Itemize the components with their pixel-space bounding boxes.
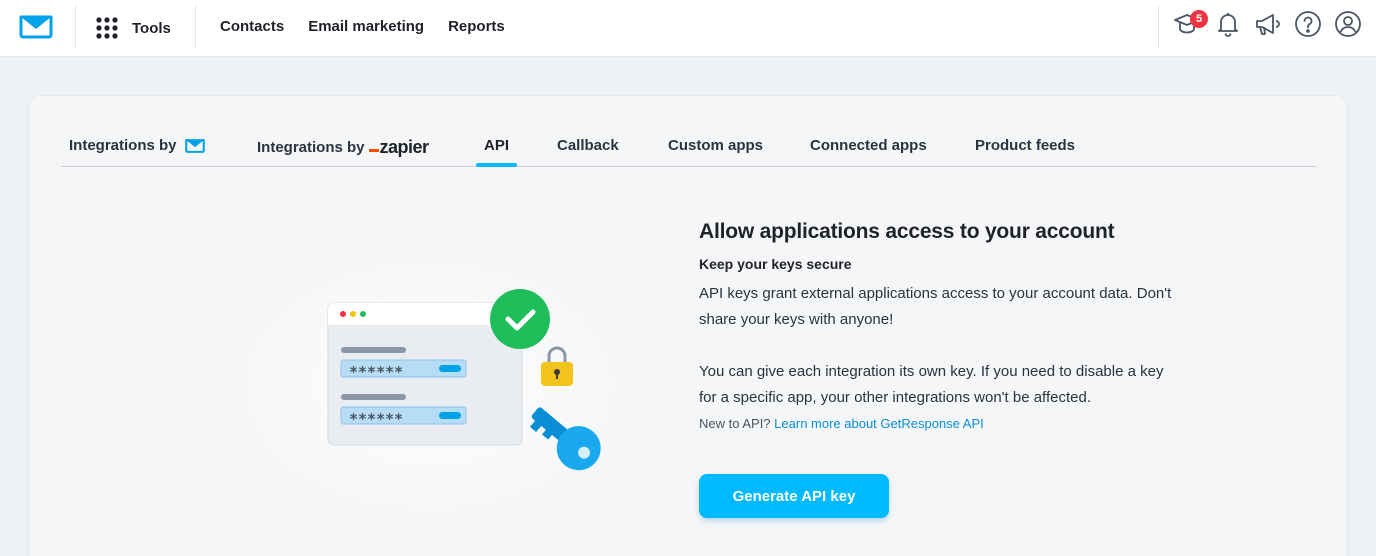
page-title: Allow applications access to your accoun… (699, 220, 1115, 243)
tab-label: Connected apps (810, 137, 927, 154)
tab-custom-apps[interactable]: Custom apps (668, 137, 763, 154)
notifications-button[interactable] (1214, 10, 1242, 46)
nav-reports[interactable]: Reports (448, 18, 505, 35)
top-bar: Tools Contacts Email marketing Reports 5 (0, 0, 1376, 57)
tools-menu[interactable]: Tools (96, 16, 171, 40)
tab-connected-apps[interactable]: Connected apps (810, 137, 927, 154)
help-icon (1295, 11, 1321, 37)
account-icon (1335, 11, 1361, 37)
megaphone-icon (1256, 14, 1280, 35)
main-nav: Contacts Email marketing Reports (220, 18, 529, 35)
tab-integrations-getresponse[interactable]: Integrations by (69, 137, 205, 154)
generate-api-key-button[interactable]: Generate API key (699, 474, 889, 518)
apps-grid-icon (96, 17, 118, 39)
tab-product-feeds[interactable]: Product feeds (975, 137, 1075, 154)
tab-label: Integrations by (69, 137, 177, 154)
active-tab-indicator (476, 163, 517, 167)
help-button[interactable] (1294, 10, 1322, 46)
new-to-api-text: New to API? (699, 416, 771, 431)
description-paragraph: API keys grant external applications acc… (699, 285, 1172, 328)
section-subtitle: Keep your keys secure (699, 256, 852, 272)
nav-contacts[interactable]: Contacts (220, 18, 284, 35)
description-paragraph-2: You can give each integration its own ke… (699, 363, 1164, 406)
zapier-logo-icon: zapier (368, 137, 429, 158)
masked-key-text: ****** (349, 363, 403, 381)
getresponse-logo-icon[interactable] (19, 15, 53, 39)
tab-integrations-zapier[interactable]: Integrations by zapier (257, 137, 429, 158)
tab-label: Integrations by (257, 139, 365, 156)
divider (1158, 6, 1159, 48)
learn-more-link[interactable]: Learn more about GetResponse API (774, 416, 984, 431)
tab-label: API (484, 137, 510, 154)
tabs-bar: Integrations by Integrations by zapier A… (61, 130, 1316, 167)
api-keys-illustration: ****** ****** (229, 251, 629, 521)
masked-key-text: ****** (349, 410, 403, 428)
getresponse-logo-icon (184, 138, 205, 153)
tools-label: Tools (132, 19, 171, 37)
divider (75, 6, 76, 48)
divider (195, 6, 196, 48)
bell-icon (1218, 13, 1238, 37)
tab-api[interactable]: API (484, 137, 509, 154)
learn-more-line: New to API? Learn more about GetResponse… (699, 416, 1179, 431)
notification-badge: 5 (1190, 10, 1208, 28)
announcements-button[interactable] (1253, 10, 1281, 46)
api-info-panel: Allow applications access to your accoun… (699, 220, 1179, 518)
nav-email-marketing[interactable]: Email marketing (308, 18, 424, 35)
tab-label: Product feeds (975, 137, 1076, 154)
tab-label: Custom apps (668, 137, 764, 154)
account-button[interactable] (1334, 10, 1362, 46)
tab-callback[interactable]: Callback (557, 137, 619, 154)
tab-label: Callback (557, 137, 619, 154)
integrations-card: Integrations by Integrations by zapier A… (29, 96, 1347, 556)
